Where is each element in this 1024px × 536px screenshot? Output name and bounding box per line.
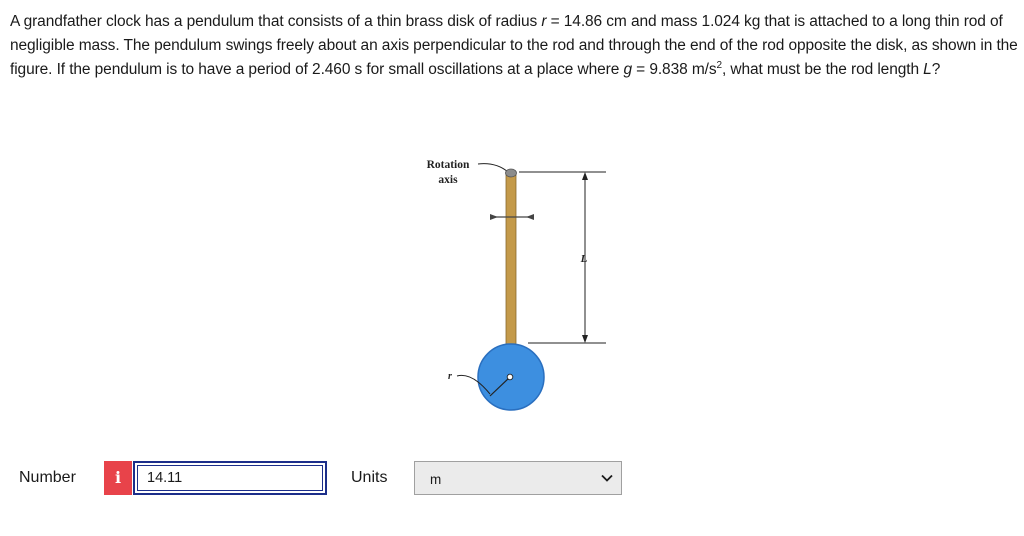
question-part: , what must be the rod length xyxy=(721,61,924,78)
disk-center xyxy=(506,373,514,381)
variable-g: g xyxy=(623,61,632,78)
radius-label: r xyxy=(448,371,452,382)
pendulum-figure: Rotation axis L r xyxy=(410,150,620,420)
axis-arrow-right xyxy=(526,214,534,220)
pendulum-diagram: Rotation axis L r xyxy=(427,159,606,411)
number-label: Number xyxy=(19,469,76,486)
chevron-down-icon xyxy=(601,474,613,482)
axis-arrow-left xyxy=(490,214,498,220)
number-input[interactable] xyxy=(133,461,327,495)
question-part: A grandfather clock has a pendulum that … xyxy=(10,13,542,30)
answer-row: Number i Units m xyxy=(0,460,1024,500)
question-part: = 9.838 m/s xyxy=(631,61,717,78)
units-selected-value: m xyxy=(430,472,442,487)
units-label: Units xyxy=(351,469,388,486)
pendulum-rod xyxy=(505,173,517,350)
question-text: A grandfather clock has a pendulum that … xyxy=(10,10,1020,82)
rotation-axis-label: Rotation xyxy=(427,159,470,171)
pivot-cap xyxy=(505,168,517,178)
length-label: L xyxy=(580,253,588,265)
rotation-axis-label-line2: axis xyxy=(438,174,458,186)
info-icon[interactable]: i xyxy=(104,461,132,495)
dimension-arrow-down xyxy=(582,335,588,343)
axis-leader-line xyxy=(477,163,509,173)
question-part: ? xyxy=(931,61,941,78)
units-select[interactable]: m xyxy=(414,461,622,495)
dimension-arrow-up xyxy=(582,172,588,180)
variable-L: L xyxy=(923,61,932,78)
